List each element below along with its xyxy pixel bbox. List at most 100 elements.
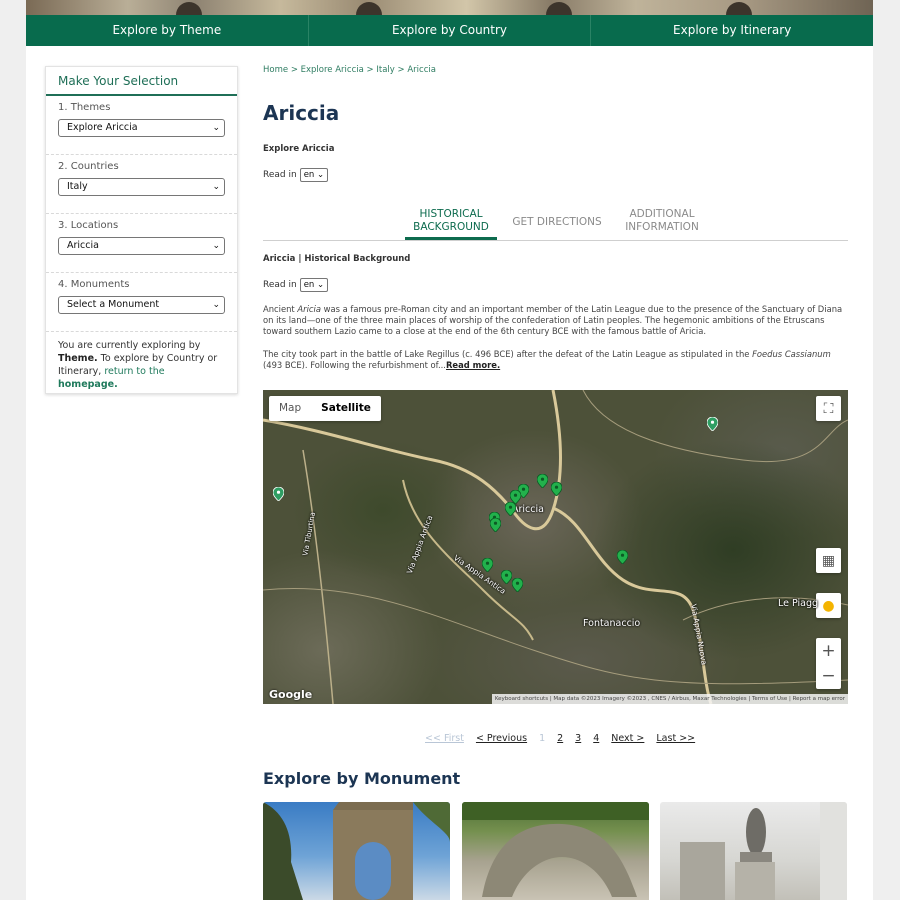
chevron-down-icon: ⌄ (212, 241, 220, 251)
grid-icon: ▦ (821, 552, 836, 569)
themes-label: 1. Themes (58, 102, 111, 113)
exploring-note: You are currently exploring by Theme. To… (46, 332, 237, 398)
zoom-controls: + − (816, 638, 841, 689)
sidebar-group-themes: 1. Themes Explore Ariccia ⌄ (46, 96, 237, 155)
tab-historical-line2: BACKGROUND (413, 221, 489, 233)
tab-additional-line2: INFORMATION (625, 221, 699, 233)
monuments-label: 4. Monuments (58, 279, 130, 290)
para1-after: was a famous pre-Roman city and an impor… (263, 304, 843, 336)
map-marker-pin[interactable] (707, 417, 718, 431)
para2-italic: Foedus Cassianum (752, 349, 831, 359)
language-select[interactable]: en ⌄ (299, 168, 329, 182)
selection-sidebar: Make Your Selection 1. Themes Explore Ar… (45, 66, 238, 394)
map-marker-pin[interactable] (273, 487, 284, 501)
para1-before: Ancient (263, 304, 298, 314)
map-roads (263, 390, 848, 704)
breadcrumb-separator: > (366, 65, 374, 75)
tab-additional-information[interactable]: ADDITIONAL INFORMATION (613, 208, 711, 234)
pagination-page-3[interactable]: 3 (575, 733, 581, 744)
breadcrumb-explore-ariccia[interactable]: Explore Ariccia (301, 65, 364, 75)
nav-explore-by-itinerary[interactable]: Explore by Itinerary (591, 15, 873, 46)
countries-select[interactable]: Italy ⌄ (58, 178, 225, 196)
top-navigation: Explore by Theme Explore by Country Expl… (26, 15, 873, 46)
sidebar-group-monuments: 4. Monuments Select a Monument ⌄ (46, 273, 237, 332)
nav-explore-by-country[interactable]: Explore by Country (309, 15, 592, 46)
monument-ruin-image (462, 802, 649, 897)
explore-label: Explore Ariccia (263, 144, 335, 154)
monument-statue-image (680, 802, 847, 900)
map-label-fontanaccio: Fontanaccio (583, 618, 641, 629)
para2-before: The city took part in the battle of Lake… (263, 349, 753, 359)
pagination-page-4[interactable]: 4 (593, 733, 599, 744)
sidebar-group-countries: 2. Countries Italy ⌄ (46, 155, 237, 214)
language-select-value: en (303, 280, 315, 290)
history-paragraph-1: Ancient Aricia was a famous pre-Roman ci… (263, 304, 849, 337)
tab-get-directions[interactable]: GET DIRECTIONS (507, 216, 607, 229)
read-in-label-section: Read in (263, 280, 297, 290)
monuments-select[interactable]: Select a Monument ⌄ (58, 296, 225, 314)
map-layers-button[interactable]: ▦ (816, 548, 841, 573)
map-marker-pin[interactable] (505, 502, 516, 516)
history-paragraph-2: The city took part in the battle of Lake… (263, 349, 849, 371)
monuments-select-value: Select a Monument (67, 299, 160, 310)
para2-after: (493 BCE). Following the refurbishment o… (263, 360, 446, 370)
read-more-link[interactable]: Read more. (446, 360, 500, 370)
pagination-next[interactable]: Next > (611, 733, 644, 744)
note-theme: Theme. (58, 353, 98, 364)
chevron-down-icon: ⌄ (212, 182, 220, 192)
page-title: Ariccia (263, 101, 340, 125)
locations-select-value: Ariccia (67, 240, 99, 251)
homepage-link-bold: homepage. (58, 379, 118, 390)
monument-card-1[interactable] (263, 802, 450, 900)
breadcrumb-italy[interactable]: Italy (376, 65, 394, 75)
map-marker-pin[interactable] (501, 570, 512, 584)
monument-card-2[interactable] (462, 802, 649, 900)
para1-italic: Aricia (297, 304, 321, 314)
fullscreen-button[interactable]: ⛶ (816, 396, 841, 421)
main-page: Make Your Selection 1. Themes Explore Ar… (26, 46, 873, 900)
tab-historical-background[interactable]: HISTORICAL BACKGROUND (405, 208, 497, 240)
nav-explore-by-theme[interactable]: Explore by Theme (26, 15, 309, 46)
pagination-first[interactable]: << First (425, 733, 464, 744)
read-in-label: Read in (263, 170, 297, 180)
tab-additional-line1: ADDITIONAL (629, 208, 695, 220)
map-marker-pin[interactable] (551, 482, 562, 496)
map-type-map-button[interactable]: Map (269, 396, 311, 421)
map-marker-pin[interactable] (617, 550, 628, 564)
map-type-toggle: Map Satellite (269, 396, 381, 421)
map-type-satellite-button[interactable]: Satellite (311, 396, 381, 421)
themes-select[interactable]: Explore Ariccia ⌄ (58, 119, 225, 137)
breadcrumb-separator: > (397, 65, 405, 75)
sidebar-group-locations: 3. Locations Ariccia ⌄ (46, 214, 237, 273)
note-prefix: You are currently exploring by (58, 340, 201, 351)
countries-select-value: Italy (67, 181, 88, 192)
section-label: Ariccia | Historical Background (263, 254, 411, 264)
zoom-in-button[interactable]: + (821, 639, 835, 664)
google-logo: Google (269, 688, 313, 701)
breadcrumb-separator: > (290, 65, 298, 75)
zoom-out-button[interactable]: − (821, 664, 835, 689)
satellite-map[interactable]: Map Satellite ⛶ ▦ ● + − Ariccia Fontanac… (263, 390, 848, 704)
map-marker-pin[interactable] (490, 518, 501, 532)
header-banner-image (26, 0, 873, 15)
street-view-pegman-button[interactable]: ● (816, 593, 841, 618)
monument-card-3[interactable] (660, 802, 847, 900)
locations-label: 3. Locations (58, 220, 119, 231)
countries-label: 2. Countries (58, 161, 119, 172)
explore-by-monument-heading: Explore by Monument (263, 769, 461, 788)
locations-select[interactable]: Ariccia ⌄ (58, 237, 225, 255)
pagination-page-2[interactable]: 2 (557, 733, 563, 744)
map-label-le-piagge: Le Piagg (778, 598, 819, 609)
pagination-previous[interactable]: < Previous (476, 733, 527, 744)
map-label-ariccia: Ariccia (512, 504, 544, 515)
map-marker-pin[interactable] (537, 474, 548, 488)
content-tabs: HISTORICAL BACKGROUND GET DIRECTIONS ADD… (263, 204, 848, 241)
map-marker-pin[interactable] (512, 578, 523, 592)
map-marker-pin[interactable] (482, 558, 493, 572)
pagination-last[interactable]: Last >> (656, 733, 695, 744)
language-select-section[interactable]: en ⌄ (299, 278, 329, 292)
map-attribution[interactable]: Keyboard shortcuts | Map data ©2023 Imag… (491, 694, 848, 704)
breadcrumb-home[interactable]: Home (263, 65, 288, 75)
breadcrumb-ariccia[interactable]: Ariccia (407, 65, 436, 75)
pagination: << First < Previous 1 2 3 4 Next > Last … (425, 733, 707, 744)
